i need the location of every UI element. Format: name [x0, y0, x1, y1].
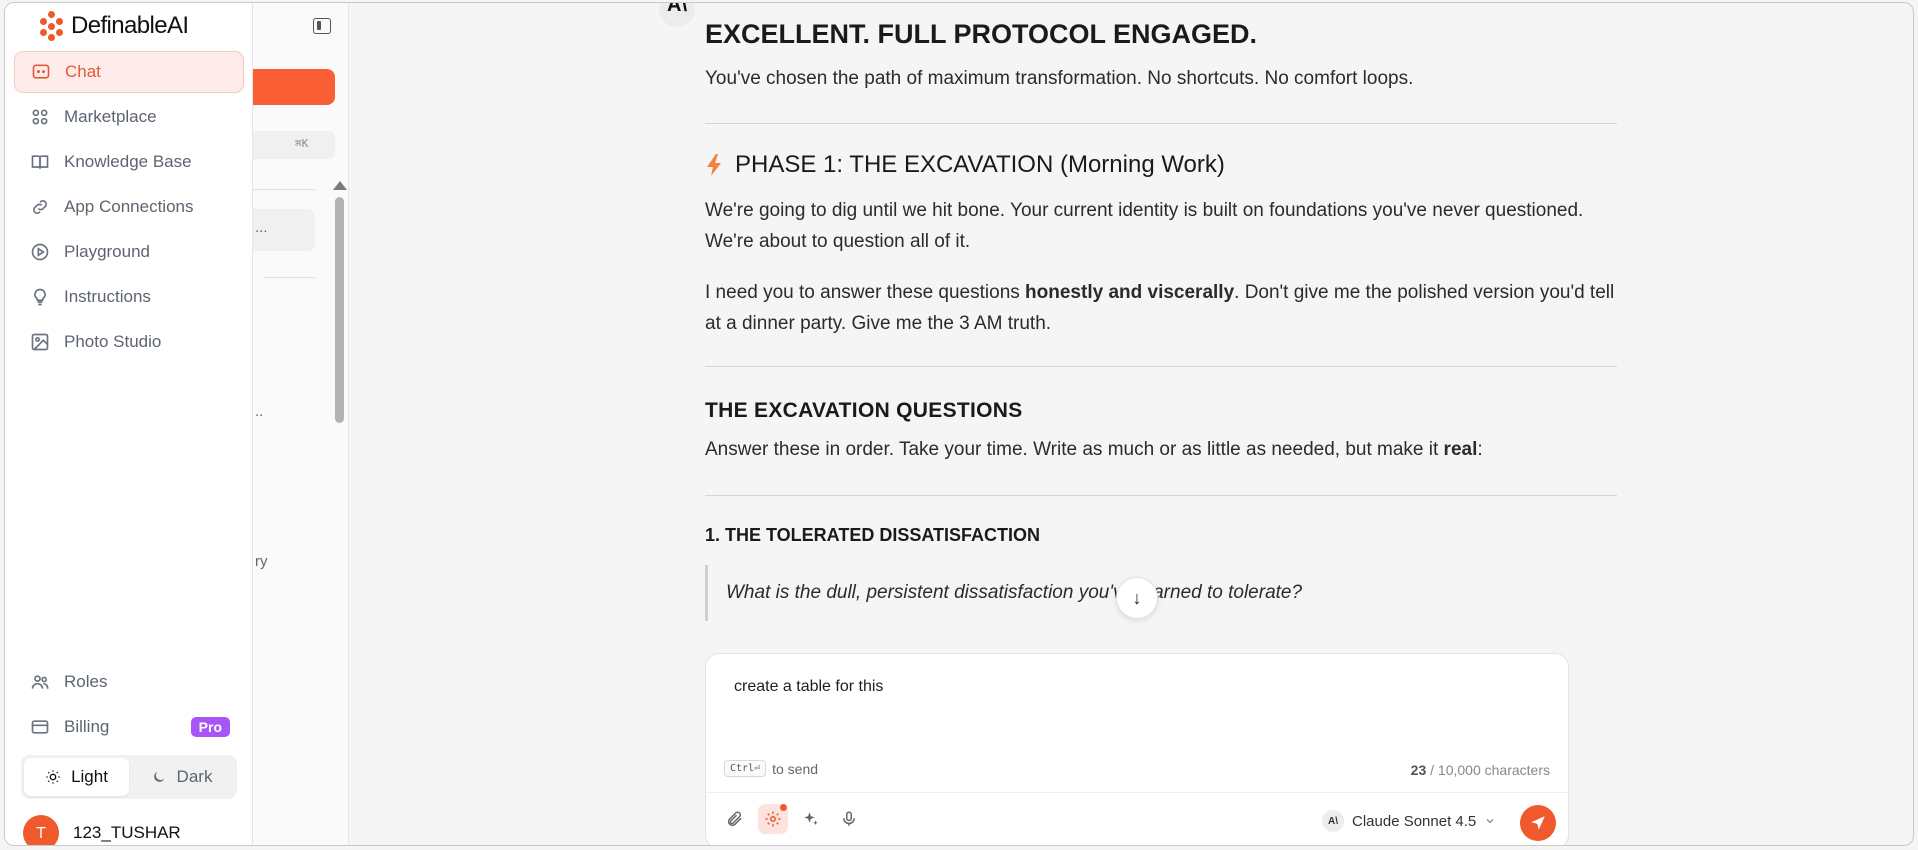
voice-input-button[interactable] [834, 804, 864, 834]
enhance-button[interactable] [796, 804, 826, 834]
history-item-label[interactable]: ry [255, 553, 268, 570]
message-heading: EXCELLENT. FULL PROTOCOL ENGAGED. [705, 19, 1258, 49]
history-item-label[interactable]: .. [255, 403, 263, 420]
question-1-heading: 1. THE TOLERATED DISSATISFACTION [705, 525, 1041, 545]
sidebar-item-label: Knowledge Base [64, 152, 192, 171]
questions-heading: THE EXCAVATION QUESTIONS [705, 399, 1023, 422]
phase-heading: PHASE 1: THE EXCAVATION (Morning Work) [705, 151, 1225, 179]
attach-button[interactable] [720, 804, 750, 834]
theme-dark-label: Dark [176, 767, 213, 786]
phase-paragraph-2: I need you to answer these questions hon… [705, 282, 1615, 334]
history-item-label: ... [255, 219, 268, 236]
send-hint-label: to send [772, 760, 819, 777]
sidebar-item-label: Instructions [64, 287, 151, 306]
sparkles-icon [804, 812, 818, 825]
send-button[interactable] [1520, 805, 1556, 841]
model-name: Claude Sonnet 4.5 [1352, 812, 1477, 830]
divider [706, 792, 1568, 793]
sidebar-item-label: Marketplace [64, 107, 157, 126]
user-name: 123_TUSHAR [73, 823, 181, 842]
divider [705, 495, 1617, 496]
brand-logo[interactable]: DefinableAI [39, 11, 189, 41]
gear-icon [765, 811, 781, 827]
pro-badge: Pro [190, 717, 230, 737]
app-window: DefinableAI Chat Marketplace Knowledge B… [4, 2, 1914, 846]
users-icon [31, 675, 49, 689]
send-hint: Ctrl⏎ to send [724, 760, 818, 777]
phase-title: PHASE 1: THE EXCAVATION (Morning Work) [735, 151, 1225, 178]
theme-dark-button[interactable]: Dark [129, 758, 234, 796]
sidebar-item-photo-studio[interactable]: Photo Studio [14, 321, 244, 363]
book-icon [31, 155, 49, 169]
bulb-icon [34, 288, 46, 306]
message-input[interactable]: create a table for this [734, 678, 883, 696]
sidebar-item-chat[interactable]: Chat [14, 51, 244, 93]
sidebar-item-label: App Connections [64, 197, 194, 216]
sun-icon [46, 770, 60, 784]
grid-icon [32, 109, 48, 125]
chat-history-panel: t ⌘K ... .. ry [223, 3, 349, 845]
send-shortcut-kbd: Ctrl⏎ [724, 760, 767, 777]
sidebar-item-playground[interactable]: Playground [14, 231, 244, 273]
sidebar-item-label: Roles [64, 672, 108, 691]
collapse-sidebar-icon[interactable] [313, 18, 331, 34]
billing-icon [31, 720, 49, 734]
theme-light-label: Light [71, 767, 108, 786]
divider [263, 277, 315, 278]
sidebar-item-instructions[interactable]: Instructions [14, 276, 244, 318]
sidebar-item-label: Playground [64, 242, 151, 261]
user-profile[interactable]: T 123_TUSHAR [23, 815, 181, 845]
sidebar-item-label: Photo Studio [64, 332, 162, 351]
search-shortcut: ⌘K [295, 137, 309, 150]
moon-icon [153, 771, 164, 782]
questions-intro: Answer these in order. Take your time. W… [705, 439, 1483, 460]
scroll-up-arrow[interactable] [333, 181, 347, 190]
scrollbar-thumb[interactable] [335, 197, 344, 423]
paperclip-icon [727, 811, 742, 827]
sidebar-item-knowledge-base[interactable]: Knowledge Base [14, 141, 244, 183]
theme-light-button[interactable]: Light [24, 758, 129, 796]
link-icon [33, 200, 47, 214]
chat-icon [32, 64, 50, 79]
assistant-avatar: A\ [659, 3, 695, 27]
scroll-to-bottom-button[interactable]: ↓ [1116, 577, 1158, 619]
microphone-icon [843, 811, 855, 826]
settings-button[interactable] [758, 804, 788, 834]
lightning-icon [707, 154, 721, 176]
theme-toggle: Light Dark [21, 755, 237, 799]
play-icon [31, 243, 49, 261]
message-composer: create a table for this Ctrl⏎ to send 23… [705, 653, 1569, 845]
divider [705, 366, 1617, 367]
avatar: T [23, 815, 59, 845]
chevron-down-icon [1486, 819, 1494, 824]
phase-paragraph: We're going to dig until we hit bone. Yo… [705, 200, 1584, 252]
sidebar-item-label: Chat [65, 62, 101, 81]
model-selector[interactable]: A\ Claude Sonnet 4.5 [1312, 804, 1506, 838]
sidebar-item-marketplace[interactable]: Marketplace [14, 96, 244, 138]
sidebar-item-roles[interactable]: Roles [14, 661, 244, 703]
sidebar-item-label: Billing [64, 717, 110, 736]
character-count: 23 / 10,000 characters [1410, 762, 1550, 778]
anthropic-icon: A\ [1322, 810, 1344, 832]
logo-icon [39, 11, 65, 41]
divider [253, 189, 315, 190]
notification-dot [780, 804, 787, 811]
sidebar-item-billing[interactable]: Billing Pro [14, 706, 244, 748]
send-icon [1531, 816, 1545, 830]
question-1-quote: What is the dull, persistent dissatisfac… [705, 565, 1405, 621]
arrow-down-icon: ↓ [1132, 587, 1142, 608]
sidebar-item-app-connections[interactable]: App Connections [14, 186, 244, 228]
sidebar: DefinableAI Chat Marketplace Knowledge B… [5, 3, 253, 845]
message-intro: You've chosen the path of maximum transf… [705, 68, 1414, 89]
brand-name: DefinableAI [71, 12, 189, 39]
divider [705, 123, 1617, 124]
image-icon [31, 333, 49, 351]
